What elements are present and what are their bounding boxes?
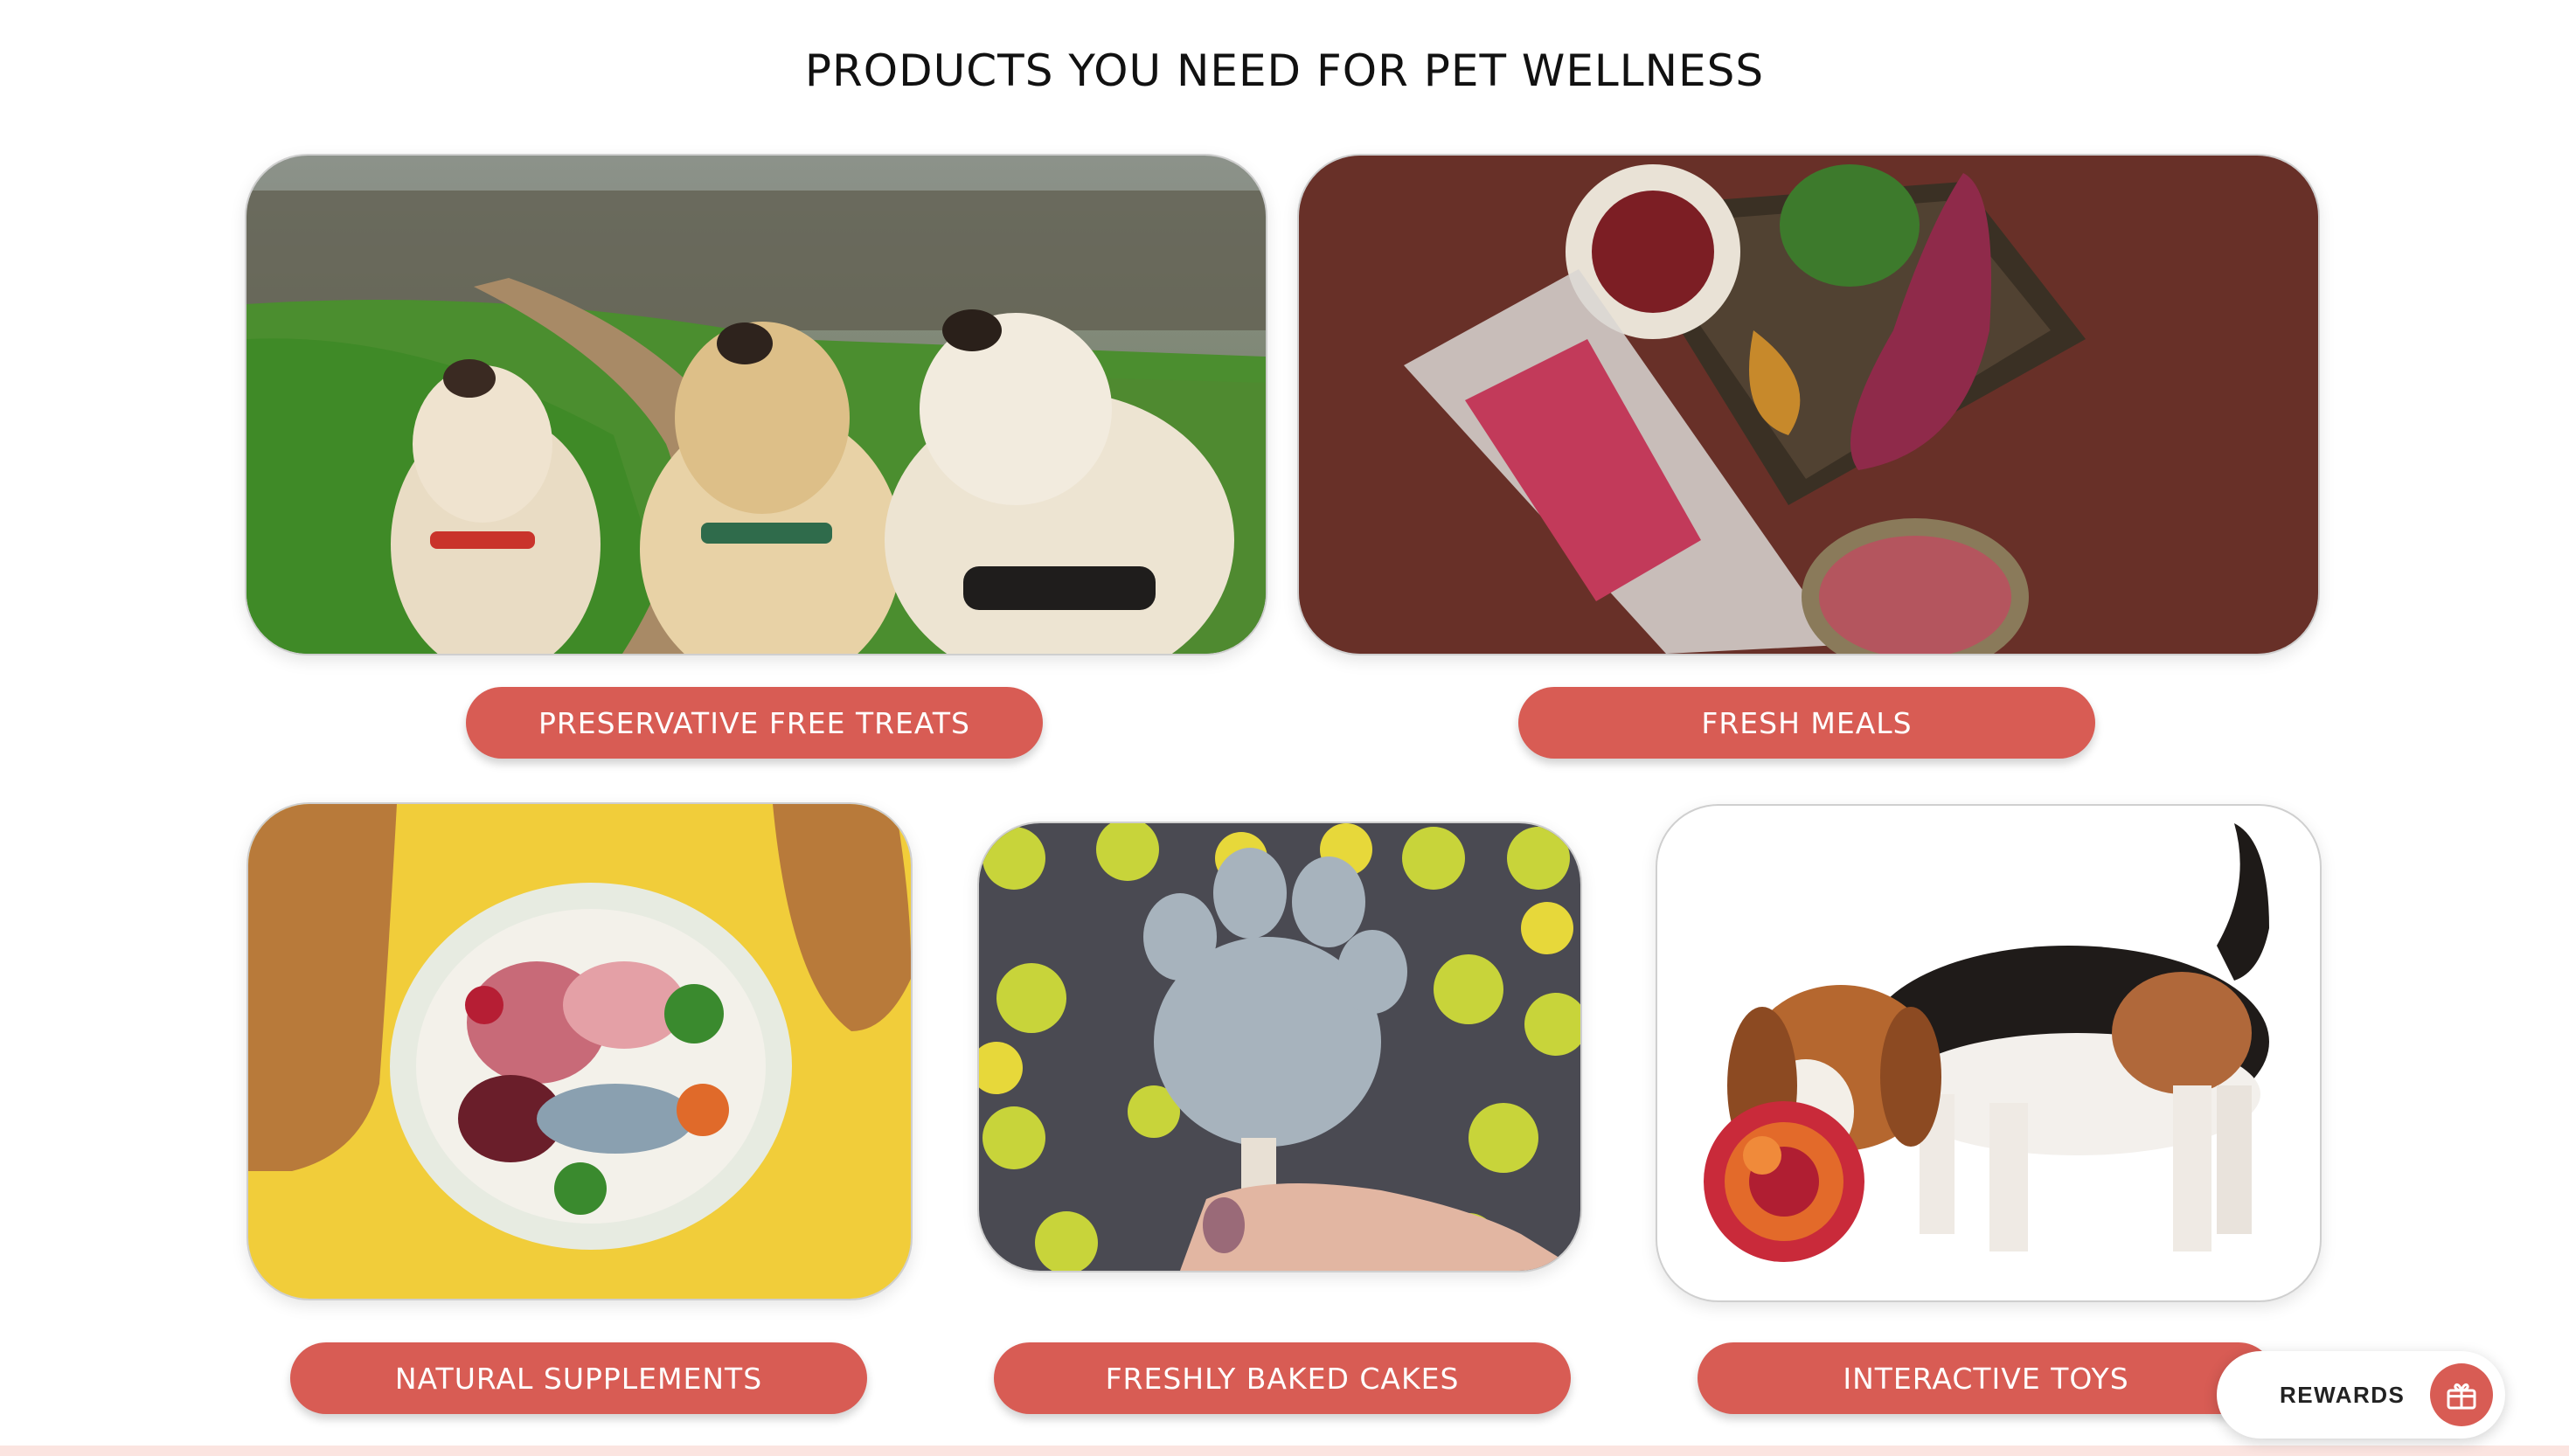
- toys-image-card[interactable]: [1656, 804, 2322, 1302]
- beagle-toy-image: [1657, 806, 2320, 1300]
- fresh-meals-button[interactable]: FRESH MEALS: [1518, 687, 2095, 759]
- preservative-free-treats-button[interactable]: PRESERVATIVE FREE TREATS: [466, 687, 1043, 759]
- paw-pupsicle-image: [979, 823, 1580, 1271]
- fresh-meal-image: [1299, 156, 2318, 654]
- supplements-image-card[interactable]: [246, 802, 913, 1300]
- cakes-image-card[interactable]: [977, 822, 1582, 1272]
- interactive-toys-button[interactable]: INTERACTIVE TOYS: [1698, 1342, 2274, 1414]
- fresh-meals-image-card[interactable]: [1297, 154, 2320, 655]
- pet-wellness-products-section: PRODUCTS YOU NEED FOR PET WELLNESS PRESE…: [0, 0, 2569, 1456]
- gift-icon: [2430, 1363, 2493, 1426]
- rewards-launcher[interactable]: REWARDS: [2217, 1351, 2505, 1439]
- rewards-label: REWARDS: [2280, 1381, 2406, 1408]
- food-bowl-image: [248, 804, 911, 1299]
- freshly-baked-cakes-button[interactable]: FRESHLY BAKED CAKES: [994, 1342, 1571, 1414]
- treats-image-card[interactable]: [245, 154, 1267, 655]
- section-title: PRODUCTS YOU NEED FOR PET WELLNESS: [804, 45, 1765, 96]
- natural-supplements-button[interactable]: NATURAL SUPPLEMENTS: [290, 1342, 867, 1414]
- footer-strip: [0, 1446, 2569, 1456]
- dogs-on-trail-image: [246, 156, 1266, 654]
